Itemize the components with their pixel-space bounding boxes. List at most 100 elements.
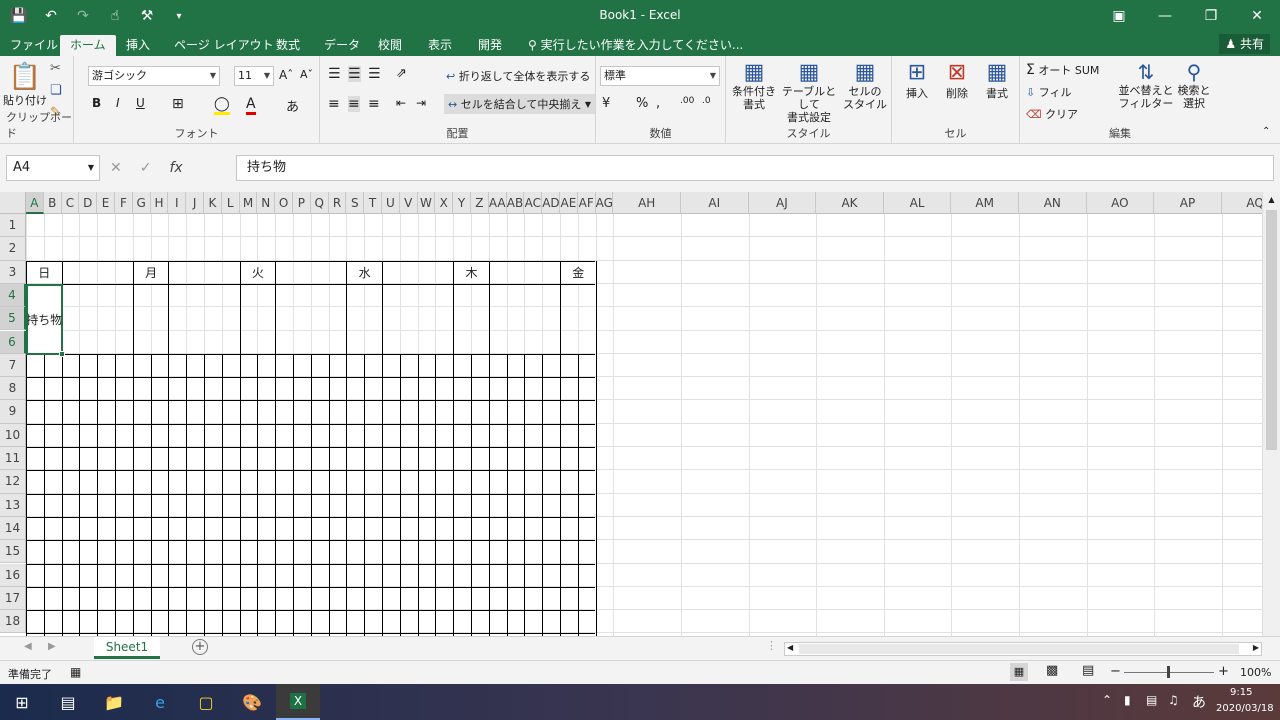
align-left-icon[interactable]: ≡ [328, 96, 340, 112]
tab-home[interactable]: ホーム [60, 35, 116, 56]
fill-handle[interactable] [58, 350, 65, 357]
column-header-k[interactable]: K [204, 192, 222, 214]
collapse-ribbon-icon[interactable]: ⌃ [1262, 126, 1270, 137]
column-header-aj[interactable]: AJ [748, 192, 817, 214]
insert-cells-button[interactable]: ⊞ 挿入 [898, 60, 936, 101]
align-top-icon[interactable]: ☰ [328, 66, 341, 82]
restore-icon[interactable]: ❐ [1188, 0, 1234, 32]
horizontal-scrollbar[interactable]: ◀ ▶ [784, 642, 1262, 656]
phonetic-icon[interactable]: あ [286, 96, 299, 115]
windows-start-icon[interactable]: ⊞ [0, 684, 44, 720]
tab-developer[interactable]: 開発 [468, 35, 512, 56]
vertical-scrollbar[interactable]: ▲ [1262, 192, 1280, 636]
column-header-x[interactable]: X [435, 192, 454, 214]
underline-button[interactable]: U [136, 96, 145, 110]
page-layout-view-icon[interactable]: ▩ [1046, 663, 1058, 678]
format-as-table-button[interactable]: ▦ テーブルとして 書式設定 [778, 60, 840, 124]
scroll-up-icon[interactable]: ▲ [1263, 192, 1280, 208]
internet-explorer-icon[interactable]: e [138, 684, 182, 720]
column-header-ak[interactable]: AK [816, 192, 884, 214]
column-header-f[interactable]: F [115, 192, 133, 214]
hscroll-thumb[interactable] [799, 644, 1239, 654]
row-header-14[interactable]: 14 [0, 516, 26, 541]
scroll-right-icon[interactable]: ▶ [1253, 643, 1259, 652]
accounting-format-icon[interactable]: ¥ [602, 96, 610, 111]
zoom-in-icon[interactable]: + [1218, 664, 1229, 679]
day-label[interactable]: 火 [240, 261, 276, 283]
row-header-7[interactable]: 7 [0, 353, 26, 378]
column-header-al[interactable]: AL [883, 192, 952, 214]
column-header-z[interactable]: Z [471, 192, 489, 214]
column-header-ac[interactable]: AC [524, 192, 543, 214]
column-header-t[interactable]: T [364, 192, 382, 214]
day-label[interactable]: 日 [27, 261, 62, 283]
network-icon[interactable]: ▤ [1146, 693, 1157, 707]
zoom-slider-thumb[interactable] [1167, 666, 1170, 678]
tab-view[interactable]: 表示 [418, 35, 462, 56]
tab-data[interactable]: データ [314, 35, 370, 56]
row-header-17[interactable]: 17 [0, 586, 26, 611]
day-label[interactable]: 木 [454, 261, 489, 283]
borders-icon[interactable]: ⊞ [172, 96, 184, 112]
file-explorer-icon[interactable]: 📁 [92, 684, 136, 720]
sort-filter-button[interactable]: ⇅ 並べ替えと フィルター [1118, 60, 1174, 110]
tab-insert[interactable]: 挿入 [116, 35, 160, 56]
page-break-view-icon[interactable]: ▤ [1082, 663, 1094, 678]
row-header-10[interactable]: 10 [0, 423, 26, 447]
sticky-notes-icon[interactable]: ▢ [184, 684, 228, 720]
row-header-15[interactable]: 15 [0, 540, 26, 564]
paste-button[interactable]: 📋 貼り付け [3, 62, 47, 108]
column-header-p[interactable]: P [293, 192, 311, 214]
fill-button[interactable]: ⇩ フィル [1026, 84, 1072, 100]
formula-input[interactable]: 持ち物 [236, 155, 1274, 181]
align-bottom-icon[interactable]: ☰ [368, 66, 381, 82]
close-icon[interactable]: ✕ [1234, 0, 1280, 32]
column-header-d[interactable]: D [79, 192, 98, 214]
column-header-n[interactable]: N [257, 192, 276, 214]
cell-a4-selected[interactable]: 持ち物 [26, 283, 63, 355]
worksheet-grid[interactable]: A B C D E F G H I J K L M N O P Q R S T U V W X Y Z AA AB AC AD AE AF AG… [0, 192, 1280, 636]
column-header-ae[interactable]: AE [560, 192, 578, 214]
row-header-4[interactable]: 4 [0, 283, 26, 308]
tab-split-icon[interactable]: ⋮ [766, 639, 777, 652]
ime-indicator[interactable]: あ [1192, 692, 1206, 712]
row-header-9[interactable]: 9 [0, 400, 26, 424]
conditional-format-button[interactable]: ▦ 条件付き 書式 [730, 60, 778, 111]
column-header-g[interactable]: G [132, 192, 151, 214]
clear-button[interactable]: ⌫ クリア [1026, 106, 1078, 122]
paint-icon[interactable]: 🎨 [230, 684, 274, 720]
column-header-w[interactable]: W [417, 192, 436, 214]
column-header-u[interactable]: U [382, 192, 400, 214]
minimize-icon[interactable]: — [1142, 0, 1188, 32]
cut-icon[interactable]: ✂ [50, 61, 61, 76]
sheet-tab[interactable]: Sheet1 [94, 637, 160, 659]
font-name-select[interactable]: 游ゴシック ▼ [88, 66, 220, 86]
delete-cells-button[interactable]: ⊠ 削除 [938, 60, 976, 101]
italic-button[interactable]: I [116, 96, 120, 110]
zoom-level[interactable]: 100% [1240, 666, 1271, 679]
font-size-select[interactable]: 11 ▼ [234, 66, 274, 86]
wrap-text-button[interactable]: ↩ 折り返して全体を表示する [446, 68, 590, 84]
column-header-j[interactable]: J [186, 192, 204, 214]
enter-icon[interactable]: ✓ [140, 155, 152, 181]
column-header-q[interactable]: Q [310, 192, 329, 214]
column-header-aa[interactable]: AA [488, 192, 507, 214]
align-right-icon[interactable]: ≡ [368, 96, 380, 112]
column-header-ai[interactable]: AI [681, 192, 749, 214]
column-header-am[interactable]: AM [951, 192, 1019, 214]
column-header-a[interactable]: A [26, 192, 44, 214]
column-header-af[interactable]: AF [577, 192, 596, 214]
sheet-next-icon[interactable]: ▶ [48, 641, 56, 652]
column-header-c[interactable]: C [61, 192, 80, 214]
scroll-left-icon[interactable]: ◀ [787, 643, 793, 652]
decrease-indent-icon[interactable]: ⇤ [396, 96, 406, 110]
decrease-decimal-icon[interactable]: .0 [702, 96, 711, 106]
merge-center-button[interactable]: ↔ セルを結合して中央揃え ▼ [444, 94, 596, 114]
row-header-3[interactable]: 3 [0, 260, 26, 284]
tab-file[interactable]: ファイル [0, 35, 68, 56]
increase-indent-icon[interactable]: ⇥ [416, 96, 426, 110]
copy-icon[interactable]: ❏ [50, 83, 62, 98]
column-header-ap[interactable]: AP [1154, 192, 1222, 214]
align-center-icon[interactable]: ≡ [348, 96, 360, 112]
column-header-ao[interactable]: AO [1086, 192, 1155, 214]
